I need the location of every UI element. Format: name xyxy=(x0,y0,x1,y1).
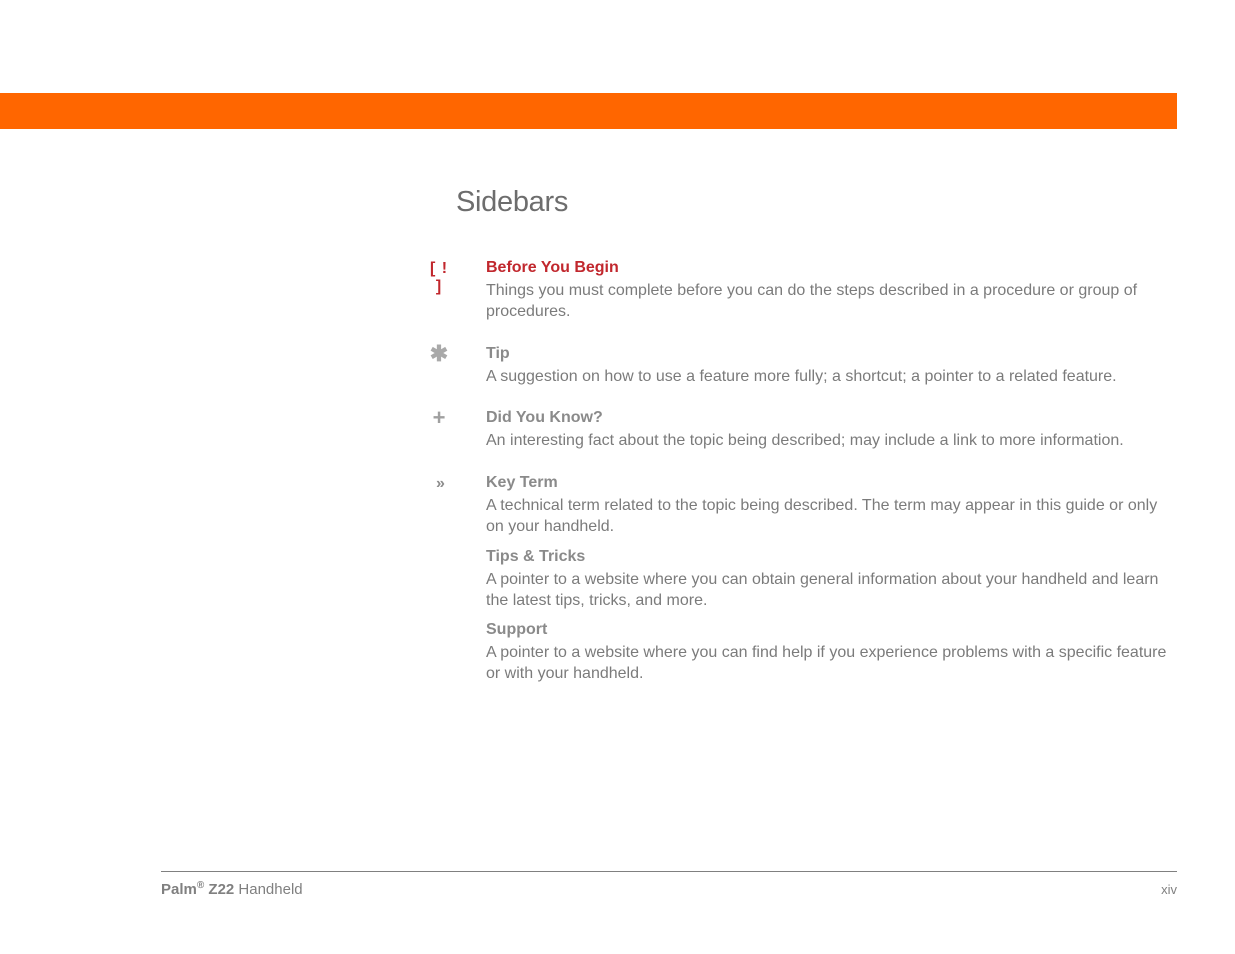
chevrons-icon: » xyxy=(426,475,452,493)
header-band xyxy=(0,93,1177,129)
asterisk-icon: ✱ xyxy=(426,346,452,362)
entry-body: A technical term related to the topic be… xyxy=(486,496,1176,538)
sidebar-entry-tip: ✱ Tip A suggestion on how to use a featu… xyxy=(456,345,1176,388)
footer-suffix: Handheld xyxy=(234,881,302,898)
sidebar-entry-support: Support A pointer to a website where you… xyxy=(456,621,1176,685)
sidebar-entry-did-you-know: + Did You Know? An interesting fact abou… xyxy=(456,409,1176,452)
footer-model: Z22 xyxy=(204,881,234,898)
plus-icon: + xyxy=(426,410,452,426)
content-column: Sidebars [ ! ] Before You Begin Things y… xyxy=(456,186,1176,707)
entry-body: A suggestion on how to use a feature mor… xyxy=(486,367,1176,388)
document-page: Sidebars [ ! ] Before You Begin Things y… xyxy=(0,0,1235,954)
entry-title: Tip xyxy=(486,345,1176,363)
sidebar-entry-before-you-begin: [ ! ] Before You Begin Things you must c… xyxy=(456,259,1176,323)
footer-brand: Palm xyxy=(161,881,197,898)
entry-body: A pointer to a website where you can fin… xyxy=(486,643,1176,685)
page-title: Sidebars xyxy=(456,186,1176,219)
sidebar-entry-tips-tricks: Tips & Tricks A pointer to a website whe… xyxy=(456,548,1176,612)
entry-title: Tips & Tricks xyxy=(486,548,1176,566)
exclamation-bracket-icon: [ ! ] xyxy=(426,260,452,296)
entry-body: A pointer to a website where you can obt… xyxy=(486,570,1176,612)
entry-body: An interesting fact about the topic bein… xyxy=(486,431,1176,452)
entry-title: Did You Know? xyxy=(486,409,1176,427)
entry-title: Support xyxy=(486,621,1176,639)
sidebar-entry-key-term: » Key Term A technical term related to t… xyxy=(456,474,1176,538)
entry-body: Things you must complete before you can … xyxy=(486,281,1176,323)
entry-title: Before You Begin xyxy=(486,259,1176,277)
footer-page-number: xiv xyxy=(1161,882,1177,897)
page-footer: Palm® Z22 Handheld xiv xyxy=(161,880,1177,898)
footer-rule xyxy=(161,871,1177,872)
entry-title: Key Term xyxy=(486,474,1176,492)
footer-product: Palm® Z22 Handheld xyxy=(161,880,303,898)
